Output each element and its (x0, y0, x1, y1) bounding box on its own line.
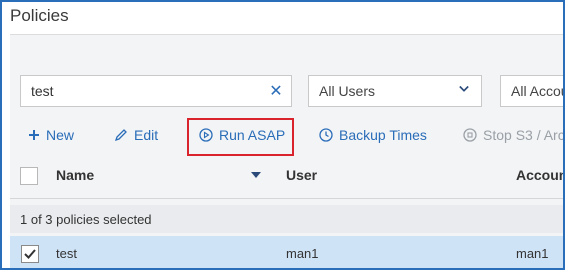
clear-search-icon[interactable]: ✕ (261, 81, 291, 101)
search-input[interactable] (21, 83, 261, 99)
table-header: Name User Account (10, 158, 563, 192)
stop-button-label: Stop S3 / Arch (483, 127, 565, 143)
clock-icon (319, 128, 333, 142)
new-button[interactable]: New (28, 124, 74, 146)
users-select-value: All Users (319, 83, 376, 99)
sort-descending-icon[interactable] (251, 172, 261, 178)
accounts-select[interactable]: All Accou (500, 75, 565, 107)
edit-button-label: Edit (134, 127, 159, 143)
column-header-name[interactable]: Name (56, 167, 94, 183)
users-select[interactable]: All Users (308, 75, 482, 107)
new-button-label: New (46, 127, 75, 143)
table-row[interactable]: test man1 man1 (10, 236, 563, 268)
row-user: man1 (286, 246, 319, 261)
plus-icon (29, 130, 39, 140)
table-header-divider (10, 198, 563, 199)
selection-status: 1 of 3 policies selected (10, 205, 563, 233)
stop-s3-archive-button[interactable]: Stop S3 / Arch (463, 124, 565, 146)
column-header-user[interactable]: User (286, 167, 317, 183)
column-header-account[interactable]: Account (516, 167, 563, 183)
chevron-down-icon (459, 85, 469, 92)
backup-times-button[interactable]: Backup Times (319, 124, 427, 146)
edit-button[interactable]: Edit (114, 124, 158, 146)
row-name: test (56, 246, 77, 261)
select-all-checkbox[interactable] (20, 167, 38, 185)
page-title: Policies (10, 6, 69, 25)
search-box: ✕ (20, 75, 292, 107)
accounts-select-value: All Accou (511, 83, 565, 99)
selection-status-text: 1 of 3 policies selected (20, 211, 152, 227)
pencil-icon (114, 129, 127, 142)
stop-circle-icon (463, 128, 477, 142)
row-account: man1 (516, 246, 549, 261)
window-frame: Policies ✕ All Users All Accou New Edit (0, 0, 565, 270)
backup-times-button-label: Backup Times (339, 127, 427, 143)
run-asap-highlight-box (187, 118, 294, 156)
row-checkbox[interactable] (21, 245, 39, 263)
checkmark-icon (24, 249, 36, 259)
